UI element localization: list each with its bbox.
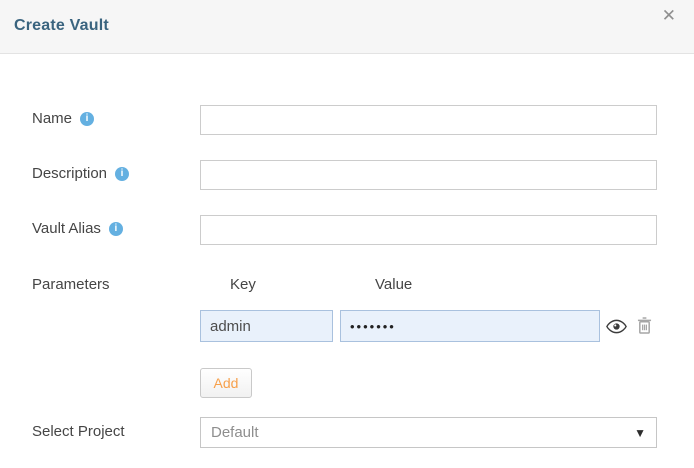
- description-input[interactable]: [200, 160, 657, 190]
- show-password-eye-icon[interactable]: [604, 314, 628, 338]
- parameter-value-input[interactable]: [340, 310, 600, 342]
- info-icon[interactable]: i: [115, 167, 129, 181]
- chevron-down-icon: ▼: [634, 426, 646, 440]
- parameters-label: Parameters: [32, 276, 110, 293]
- parameters-key-header: Key: [230, 276, 256, 293]
- select-project-dropdown[interactable]: Default ▼: [200, 417, 657, 448]
- create-vault-modal: Create Vault ✕ Name i Description i Vaul…: [0, 0, 694, 468]
- name-label-row: Name i: [32, 110, 94, 127]
- name-input[interactable]: [200, 105, 657, 135]
- parameter-key-input[interactable]: [200, 310, 333, 342]
- add-parameter-button[interactable]: Add: [200, 368, 252, 398]
- vault-alias-label: Vault Alias: [32, 220, 101, 237]
- trash-icon: [637, 317, 652, 335]
- select-project-selected-value: Default: [211, 424, 259, 441]
- eye-icon: [606, 319, 627, 334]
- info-icon[interactable]: i: [109, 222, 123, 236]
- modal-header: Create Vault ✕: [0, 0, 694, 54]
- modal-title: Create Vault: [14, 17, 109, 35]
- vault-alias-input[interactable]: [200, 215, 657, 245]
- description-label-row: Description i: [32, 165, 129, 182]
- vault-alias-label-row: Vault Alias i: [32, 220, 123, 237]
- name-label: Name: [32, 110, 72, 127]
- description-label: Description: [32, 165, 107, 182]
- select-project-label-row: Select Project: [32, 423, 125, 440]
- parameters-label-row: Parameters: [32, 276, 110, 293]
- delete-parameter-trash-icon[interactable]: [634, 314, 654, 338]
- info-icon[interactable]: i: [80, 112, 94, 126]
- select-project-label: Select Project: [32, 423, 125, 440]
- close-icon[interactable]: ✕: [658, 3, 680, 28]
- parameters-value-header: Value: [375, 276, 412, 293]
